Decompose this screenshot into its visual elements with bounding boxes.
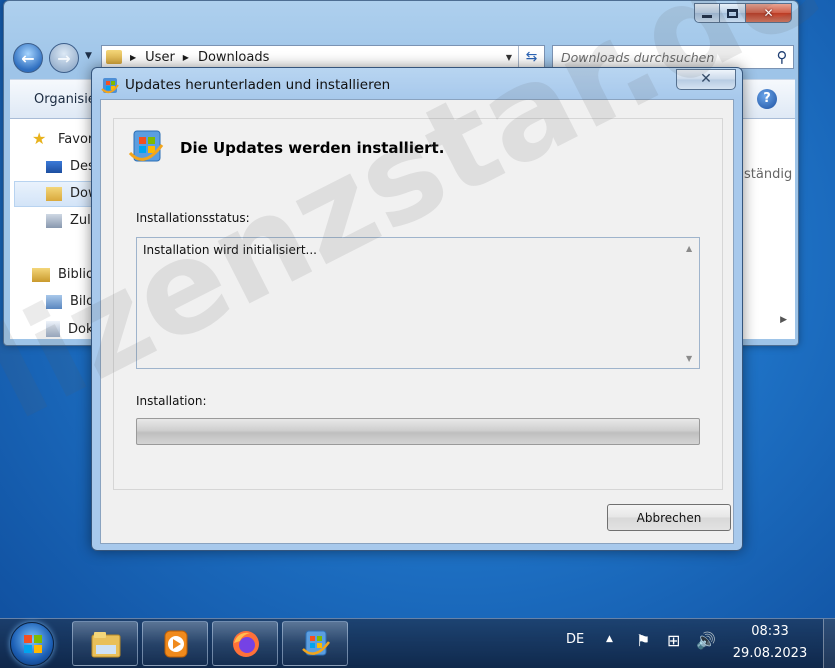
maximize-button[interactable] — [720, 3, 746, 23]
dialog-title: Updates herunterladen und installieren — [125, 77, 391, 93]
minimize-icon — [702, 15, 712, 18]
nav-item-label: Favor — [58, 131, 94, 147]
scroll-down-icon[interactable]: ▼ — [686, 354, 692, 363]
firefox-icon — [233, 631, 259, 657]
installation-label: Installation: — [136, 394, 207, 408]
arrow-right-icon: → — [57, 48, 71, 68]
clock-date[interactable]: 29.08.2023 — [720, 646, 820, 661]
explorer-caption-buttons: ✕ — [694, 3, 792, 23]
address-bar[interactable]: ▶ User ▶ Downloads ▼ ⇆ — [101, 45, 545, 69]
taskbar-media-player-button[interactable] — [142, 621, 208, 666]
scroll-right-icon[interactable]: ▶ — [780, 315, 787, 325]
history-dropdown-icon[interactable]: ▼ — [85, 51, 92, 61]
status-scrollbar[interactable]: ▲ ▼ — [682, 238, 699, 368]
documents-library-icon — [46, 321, 60, 337]
breadcrumb-downloads[interactable]: Downloads — [198, 50, 269, 65]
taskbar: DE ▲ ⚑ ⊞ 🔊 08:33 29.08.2023 — [0, 618, 835, 668]
pictures-library-icon — [46, 294, 62, 309]
close-icon: ✕ — [700, 71, 712, 87]
breadcrumb-user[interactable]: User — [145, 50, 175, 65]
organize-menu[interactable]: Organisie — [34, 92, 96, 107]
dialog-client-area: Die Updates werden installiert. Installa… — [100, 99, 734, 544]
dialog-close-button[interactable]: ✕ — [676, 69, 736, 90]
scroll-up-icon[interactable]: ▲ — [686, 244, 692, 253]
language-indicator[interactable]: DE — [566, 632, 584, 647]
taskbar-explorer-button[interactable] — [72, 621, 138, 666]
nav-item-pictures[interactable]: Bilo — [46, 294, 94, 309]
breadcrumb-arrow-icon[interactable]: ▶ — [183, 53, 189, 62]
column-header-partial: ständig — [744, 167, 793, 182]
show-desktop-button[interactable] — [823, 619, 835, 668]
cancel-button[interactable]: Abbrechen — [607, 504, 731, 531]
windows-update-icon — [101, 78, 119, 94]
search-box[interactable]: ⚲ — [552, 45, 794, 69]
start-button[interactable] — [10, 622, 54, 666]
clock-time[interactable]: 08:33 — [720, 624, 820, 639]
library-icon — [32, 267, 50, 282]
status-text: Installation wird initialisiert... — [143, 243, 317, 257]
status-textbox[interactable]: Installation wird initialisiert... ▲ ▼ — [136, 237, 700, 369]
desktop-icon — [46, 160, 62, 173]
folder-icon — [91, 632, 121, 658]
windows-update-icon — [302, 630, 331, 656]
close-button[interactable]: ✕ — [746, 3, 792, 23]
search-input[interactable] — [561, 49, 771, 65]
nav-item-libraries[interactable]: Biblio — [32, 267, 94, 282]
search-icon[interactable]: ⚲ — [771, 48, 793, 66]
star-icon: ★ — [32, 129, 47, 148]
breadcrumb-arrow-icon[interactable]: ▶ — [130, 53, 136, 62]
nav-item-desktop[interactable]: Des — [46, 159, 95, 174]
nav-item-label: Dok — [68, 321, 94, 337]
nav-item-label: Biblio — [58, 267, 94, 282]
folder-icon — [106, 50, 122, 64]
arrow-left-icon: ← — [21, 48, 35, 68]
volume-icon[interactable]: 🔊 — [696, 631, 716, 650]
nav-item-favorites[interactable]: ★ Favor — [32, 131, 93, 147]
recent-places-icon — [46, 213, 62, 228]
nav-item-documents[interactable]: Dok — [46, 321, 94, 337]
help-icon[interactable]: ? — [757, 89, 777, 109]
back-button[interactable]: ← — [13, 43, 43, 73]
windows-logo-icon — [24, 635, 42, 653]
dialog-heading: Die Updates werden installiert. — [180, 139, 445, 157]
close-icon: ✕ — [763, 6, 774, 20]
installation-progress-bar — [136, 418, 700, 445]
maximize-icon — [727, 8, 738, 18]
address-dropdown-icon[interactable]: ▼ — [500, 53, 518, 62]
taskbar-firefox-button[interactable] — [212, 621, 278, 666]
windows-update-large-icon — [128, 130, 164, 162]
show-hidden-icons-icon[interactable]: ▲ — [606, 634, 613, 644]
refresh-icon[interactable]: ⇆ — [518, 46, 544, 68]
status-label: Installationsstatus: — [136, 211, 250, 225]
dialog-content-panel: Die Updates werden installiert. Installa… — [113, 118, 723, 490]
taskbar-windows-update-button[interactable] — [282, 621, 348, 666]
network-icon[interactable]: ⊞ — [667, 631, 680, 650]
action-center-flag-icon[interactable]: ⚑ — [636, 631, 650, 650]
media-player-icon — [164, 630, 188, 658]
minimize-button[interactable] — [694, 3, 720, 23]
downloads-folder-icon — [46, 186, 62, 201]
forward-button[interactable]: → — [49, 43, 79, 73]
update-dialog: Updates herunterladen und installieren ✕… — [91, 67, 743, 551]
